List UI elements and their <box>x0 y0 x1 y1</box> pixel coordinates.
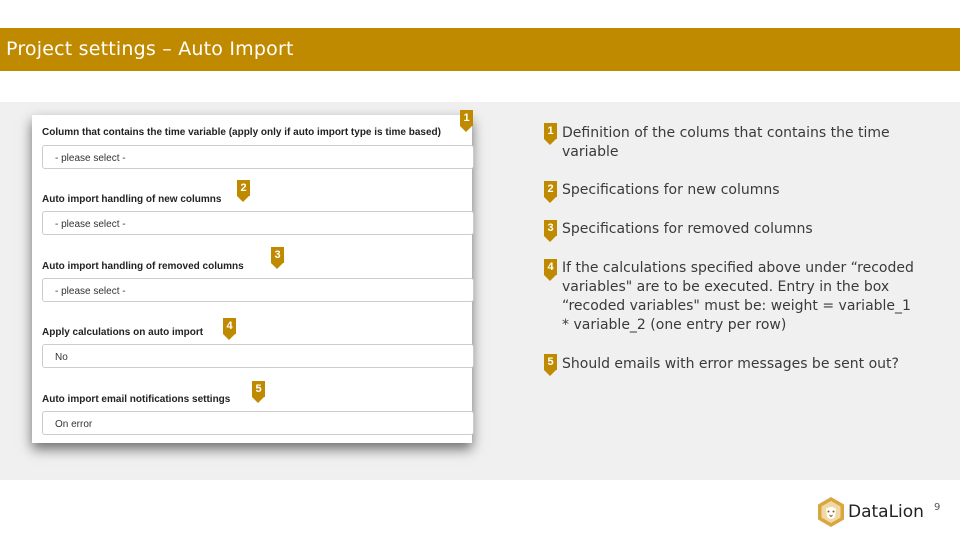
time-column-label: Column that contains the time variable (… <box>42 127 441 138</box>
apply-calculations-select[interactable]: No <box>42 344 474 368</box>
desc-marker-3-icon: 3 <box>544 220 557 242</box>
desc-marker-5-icon: 5 <box>544 354 557 376</box>
marker-4-icon: 4 <box>223 318 236 340</box>
description-3: Specifications for removed columns <box>562 221 813 237</box>
title-bar: Project settings – Auto Import <box>0 28 960 71</box>
new-columns-select[interactable]: - please select - <box>42 211 474 235</box>
email-notifications-select[interactable]: On error <box>42 411 474 435</box>
new-columns-label: Auto import handling of new columns <box>42 194 222 205</box>
marker-3-icon: 3 <box>271 247 284 269</box>
brand-name: DataLion <box>848 502 924 522</box>
description-5: Should emails with error messages be sen… <box>562 356 899 372</box>
desc-marker-1-icon: 1 <box>544 123 557 145</box>
page-number: 9 <box>934 502 941 513</box>
removed-columns-select[interactable]: - please select - <box>42 278 474 302</box>
desc-marker-4-icon: 4 <box>544 259 557 281</box>
apply-calculations-label: Apply calculations on auto import <box>42 327 204 338</box>
removed-columns-label: Auto import handling of removed columns <box>42 261 244 272</box>
description-2: Specifications for new columns <box>562 182 780 198</box>
time-column-select[interactable]: - please select - <box>42 145 474 169</box>
lion-head-icon <box>818 497 844 527</box>
marker-1-icon: 1 <box>460 110 473 132</box>
marker-2-icon: 2 <box>237 180 250 202</box>
email-notifications-label: Auto import email notifications settings <box>42 394 231 405</box>
desc-marker-2-icon: 2 <box>544 181 557 203</box>
description-4: If the calculations specified above unde… <box>562 260 914 333</box>
marker-5-icon: 5 <box>252 381 265 403</box>
description-1: Definition of the colums that contains t… <box>562 125 890 160</box>
page-title: Project settings – Auto Import <box>6 38 294 60</box>
